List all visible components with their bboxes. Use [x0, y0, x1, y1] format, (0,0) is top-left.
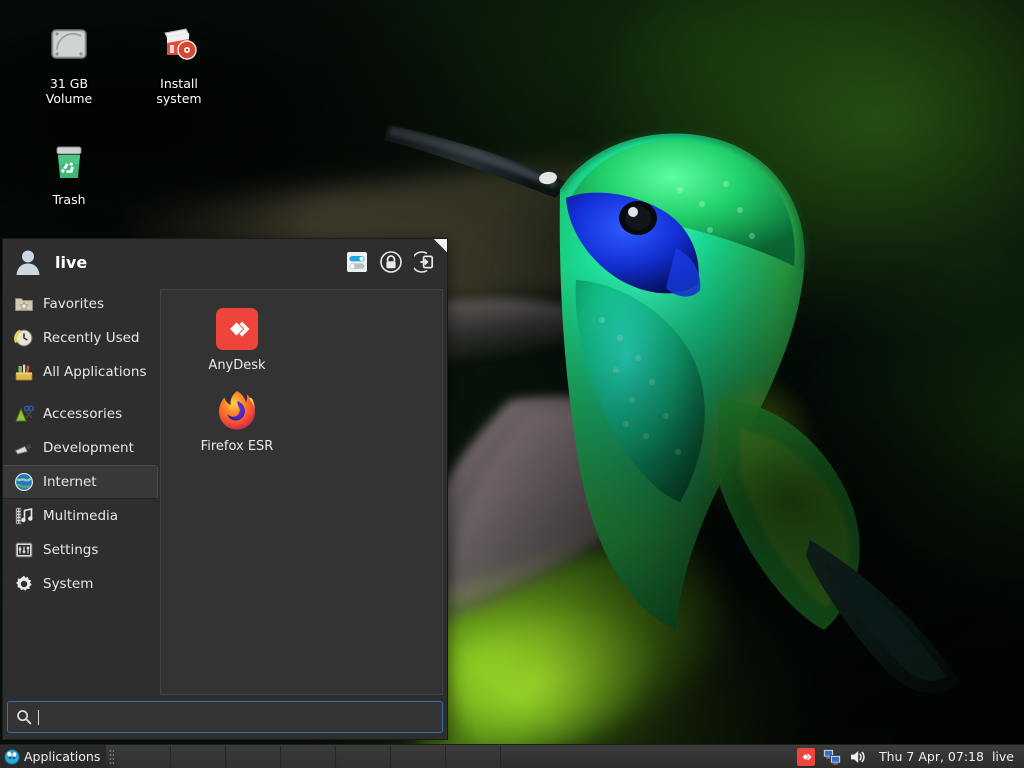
globe-icon	[13, 471, 35, 493]
avatar[interactable]	[13, 247, 43, 277]
category-label: System	[43, 576, 94, 592]
application-grid[interactable]: AnyDesk Firefox ESR	[160, 289, 443, 695]
application-menu[interactable]: live Favorites Recently Used All Applica…	[2, 238, 448, 740]
category-all-applications[interactable]: All Applications	[3, 355, 158, 389]
desktop-icon-volume[interactable]: 31 GB Volume	[22, 18, 116, 106]
category-recently-used[interactable]: Recently Used	[3, 321, 158, 355]
app-item-label: AnyDesk	[208, 358, 266, 373]
category-label: Multimedia	[43, 508, 119, 524]
task-slot[interactable]	[117, 745, 172, 768]
taskbar-panel[interactable]: Applications Thu 7 Apr, 07:18 live	[0, 744, 1024, 768]
xfce-mouse-icon	[4, 749, 20, 765]
category-label: Development	[43, 440, 134, 456]
development-icon	[13, 437, 35, 459]
category-development[interactable]: Development	[3, 431, 158, 465]
task-slot[interactable]	[392, 745, 447, 768]
task-slot[interactable]	[227, 745, 282, 768]
desktop-icon-label: 31 GB Volume	[45, 76, 93, 106]
category-list[interactable]: Favorites Recently Used All Applications…	[3, 285, 158, 697]
category-multimedia[interactable]: Multimedia	[3, 499, 158, 533]
panel-drag-handle[interactable]	[109, 748, 115, 765]
task-slot[interactable]	[447, 745, 502, 768]
multimedia-icon	[13, 505, 35, 527]
volume-icon[interactable]	[847, 746, 869, 768]
panel-username[interactable]: live	[992, 749, 1020, 764]
accessories-icon	[13, 403, 35, 425]
applications-button-label: Applications	[24, 749, 101, 764]
all-applications-icon	[13, 361, 35, 383]
gear-icon	[13, 573, 35, 595]
search-icon	[16, 709, 32, 725]
system-tray[interactable]: Thu 7 Apr, 07:18 live	[793, 745, 1024, 768]
task-slot[interactable]	[282, 745, 337, 768]
category-label: Recently Used	[43, 330, 140, 346]
category-label: All Applications	[43, 364, 147, 380]
desktop-icon-install-system[interactable]: Install system	[132, 18, 226, 106]
category-internet[interactable]: Internet	[3, 465, 158, 499]
category-settings[interactable]: Settings	[3, 533, 158, 567]
desktop-icon-trash[interactable]: Trash	[22, 134, 116, 207]
app-item-firefox-esr[interactable]: Firefox ESR	[167, 381, 307, 462]
search-area	[3, 697, 447, 739]
category-label: Settings	[43, 542, 99, 558]
applications-menu-button[interactable]: Applications	[0, 744, 107, 768]
search-box[interactable]	[7, 701, 443, 733]
category-favorites[interactable]: Favorites	[3, 287, 158, 321]
clock-icon	[13, 327, 35, 349]
firefox-icon	[169, 387, 305, 433]
category-label: Accessories	[43, 406, 123, 422]
trash-icon	[22, 134, 116, 186]
category-label: Internet	[43, 474, 97, 490]
task-slot[interactable]	[337, 745, 392, 768]
app-item-label: Firefox ESR	[200, 439, 274, 454]
favorites-folder-icon	[13, 293, 35, 315]
app-item-anydesk[interactable]: AnyDesk	[167, 300, 307, 381]
settings-toggle-button[interactable]	[343, 248, 371, 276]
desktop-icon-label: Install system	[156, 76, 202, 106]
lock-button[interactable]	[377, 248, 405, 276]
desktop-icon-label: Trash	[52, 192, 86, 207]
desktop[interactable]: 31 GB Volume Install system Trash live F…	[0, 0, 1024, 768]
search-input[interactable]	[39, 709, 434, 725]
category-label: Favorites	[43, 296, 104, 312]
clock[interactable]: Thu 7 Apr, 07:18	[871, 749, 992, 764]
installer-cd-icon	[132, 18, 226, 70]
anydesk-icon	[169, 306, 305, 352]
network-icon[interactable]	[821, 746, 843, 768]
menu-username: live	[55, 252, 88, 272]
anydesk-tray-icon[interactable]	[795, 746, 817, 768]
menu-header: live	[3, 239, 447, 285]
settings-sliders-icon	[13, 539, 35, 561]
category-system[interactable]: System	[3, 567, 158, 601]
menu-body: Favorites Recently Used All Applications…	[3, 285, 447, 697]
harddisk-icon	[22, 18, 116, 70]
task-slot[interactable]	[172, 745, 227, 768]
category-accessories[interactable]: Accessories	[3, 397, 158, 431]
window-task-list[interactable]	[117, 745, 793, 768]
resize-grip[interactable]	[433, 239, 447, 253]
